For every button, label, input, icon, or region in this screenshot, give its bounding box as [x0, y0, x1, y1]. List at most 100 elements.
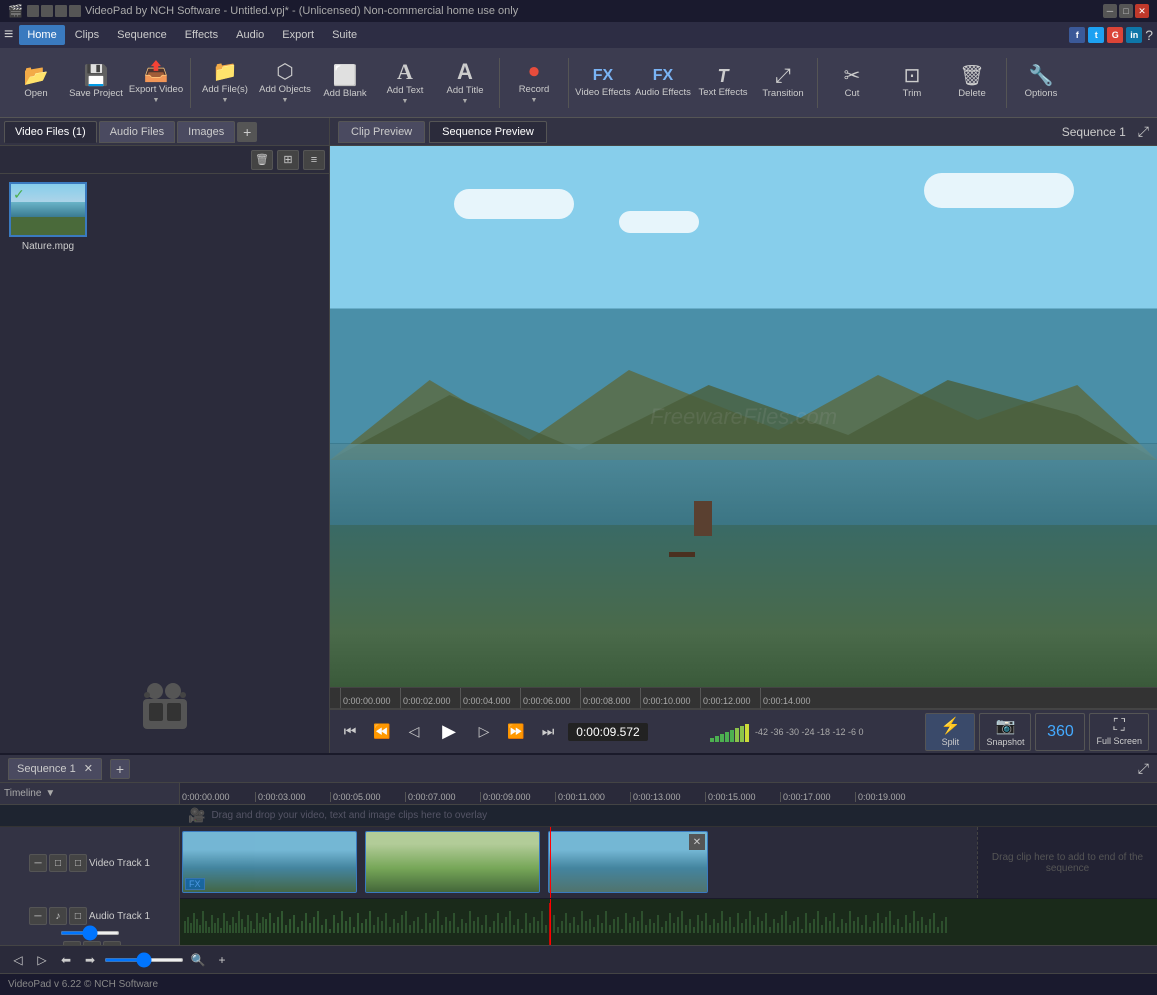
sequence-preview-tab[interactable]: Sequence Preview — [429, 121, 547, 143]
timeline-scroll-left[interactable]: ◁ — [8, 950, 28, 970]
text-fx-icon: T — [718, 67, 729, 85]
play-button[interactable]: ▶ — [434, 717, 464, 747]
video-expand-button[interactable]: □ — [69, 854, 87, 872]
skip-to-start-button[interactable]: ⏮ — [338, 720, 362, 744]
text-effects-button[interactable]: T Text Effects — [695, 53, 751, 113]
skip-to-end-button[interactable]: ⏩ — [504, 720, 528, 744]
timeline-bottom: ◁ ▷ ⬅ ➡ 🔍 + — [0, 945, 1157, 973]
volume-section: -42 -36 -30 -24 -18 -12 -6 0 — [710, 722, 864, 742]
video-mute-button[interactable]: ─ — [29, 854, 47, 872]
hamburger-icon[interactable]: ≡ — [4, 26, 13, 44]
timeline-dropdown-icon[interactable]: ▼ — [45, 788, 55, 799]
record-button[interactable]: ⏺ Record ▼ — [506, 53, 562, 113]
split-button[interactable]: ⚡ Split — [925, 713, 975, 751]
add-blank-button[interactable]: ⬜ Add Blank — [317, 53, 373, 113]
left-panel: Video Files (1) Audio Files Images + 🗑 ⊞… — [0, 118, 330, 753]
video-clip-2[interactable] — [365, 831, 540, 893]
timeline-fit[interactable]: 🔍 — [188, 950, 208, 970]
options-button[interactable]: 🔧 Options — [1013, 53, 1069, 113]
clip-preview-tab[interactable]: Clip Preview — [338, 121, 425, 143]
export-icon: 📤 — [144, 62, 169, 82]
add-text-icon: A — [397, 61, 413, 83]
save-project-button[interactable]: 💾 Save Project — [68, 53, 124, 113]
timeline-zoom-slider[interactable] — [104, 958, 184, 962]
transition-icon: ⤢ — [775, 66, 791, 86]
statusbar: VideoPad v 6.22 © NCH Software — [0, 973, 1157, 995]
minimize-button[interactable]: ─ — [1103, 4, 1117, 18]
toolbar: 📂 Open 💾 Save Project 📤 Export Video ▼ 📁… — [0, 48, 1157, 118]
step-forward-button[interactable]: ▷ — [472, 720, 496, 744]
overlay-icon: 🎥 — [188, 807, 205, 824]
cut-button[interactable]: ✂ Cut — [824, 53, 880, 113]
video-lock-button[interactable]: □ — [49, 854, 67, 872]
add-sequence-button[interactable]: + — [110, 759, 130, 779]
video-files-tab[interactable]: Video Files (1) — [4, 121, 97, 143]
audio-effects-button[interactable]: FX Audio Effects — [635, 53, 691, 113]
titlebar-controls: ─ □ ✕ — [1103, 4, 1149, 18]
timeline-zoom-out[interactable]: ➡ — [80, 950, 100, 970]
expand-timeline-button[interactable]: ⤢ — [1138, 760, 1149, 777]
add-objects-button[interactable]: ⬡ Add Objects ▼ — [257, 53, 313, 113]
trim-button[interactable]: ⊡ Trim — [884, 53, 940, 113]
audio-solo-button[interactable]: ♪ — [49, 907, 67, 925]
overlay-drop-zone: 🎥 Drag and drop your video, text and ima… — [0, 805, 1157, 827]
timeline-header: Sequence 1 ✕ + ⤢ — [0, 755, 1157, 783]
video-file-item[interactable]: ✓ Nature.mpg — [8, 182, 88, 252]
delete-button[interactable]: 🗑 Delete — [944, 53, 1000, 113]
timeline-scroll-right[interactable]: ▷ — [32, 950, 52, 970]
last-frame-button[interactable]: ⏭ — [536, 720, 560, 744]
audio-volume-slider[interactable] — [60, 931, 120, 935]
list-view-button[interactable]: ≡ — [303, 150, 325, 170]
preview-tabs-bar: Clip Preview Sequence Preview Sequence 1… — [330, 118, 1157, 146]
maximize-button[interactable]: □ — [1119, 4, 1133, 18]
separator4 — [817, 58, 818, 108]
audio-menu[interactable]: Audio — [228, 25, 272, 45]
home-menu[interactable]: Home — [19, 25, 64, 45]
video-effects-button[interactable]: FX Video Effects — [575, 53, 631, 113]
close-button[interactable]: ✕ — [1135, 4, 1149, 18]
video-track-controls: ─ □ □ Video Track 1 — [0, 827, 180, 899]
open-button[interactable]: 📂 Open — [8, 53, 64, 113]
timeline-zoom-plus[interactable]: + — [212, 950, 232, 970]
sequence-tab[interactable]: Sequence 1 ✕ — [8, 758, 102, 780]
export-video-button[interactable]: 📤 Export Video ▼ — [128, 53, 184, 113]
separator2 — [499, 58, 500, 108]
separator3 — [568, 58, 569, 108]
titlebar: 🎬 VideoPad by NCH Software - Untitled.vp… — [0, 0, 1157, 22]
add-text-button[interactable]: A Add Text ▼ — [377, 53, 433, 113]
video-clip-1[interactable]: FX — [182, 831, 357, 893]
add-files-button[interactable]: 📁 Add File(s) ▼ — [197, 53, 253, 113]
thumbnail-view-button[interactable]: ⊞ — [277, 150, 299, 170]
remove-file-button[interactable]: 🗑 — [251, 150, 273, 170]
video-track-label: Video Track 1 — [89, 858, 150, 869]
video-thumbnail: ✓ — [9, 182, 87, 237]
audio-lock-button[interactable]: □ — [69, 907, 87, 925]
360-button[interactable]: 360 — [1035, 713, 1085, 751]
prev-frame-button[interactable]: ⏪ — [370, 720, 394, 744]
sequence-menu[interactable]: Sequence — [109, 25, 175, 45]
effects-menu[interactable]: Effects — [177, 25, 226, 45]
suite-menu[interactable]: Suite — [324, 25, 365, 45]
images-tab[interactable]: Images — [177, 121, 235, 143]
timeline-zoom-in[interactable]: ⬅ — [56, 950, 76, 970]
audio-mute-button[interactable]: ─ — [29, 907, 47, 925]
save-icon: 💾 — [84, 66, 109, 86]
expand-preview-button[interactable]: ⤢ — [1138, 123, 1149, 140]
audio-files-tab[interactable]: Audio Files — [99, 121, 175, 143]
video-clip-3[interactable]: ✕ — [548, 831, 708, 893]
clip-close-button[interactable]: ✕ — [689, 834, 705, 850]
close-seq-icon[interactable]: ✕ — [84, 762, 93, 775]
add-blank-icon: ⬜ — [333, 66, 358, 86]
add-objects-icon: ⬡ — [276, 62, 293, 82]
fullscreen-button[interactable]: ⛶ Full Screen — [1089, 713, 1149, 751]
add-title-button[interactable]: A Add Title ▼ — [437, 53, 493, 113]
add-media-tab-button[interactable]: + — [237, 122, 257, 142]
export-menu[interactable]: Export — [274, 25, 322, 45]
drag-placeholder — [135, 673, 195, 733]
snapshot-button[interactable]: 📷 Snapshot — [979, 713, 1031, 751]
timecode-display: 0:00:09.572 — [568, 723, 648, 741]
transition-button[interactable]: ⤢ Transition — [755, 53, 811, 113]
clips-menu[interactable]: Clips — [67, 25, 107, 45]
step-back-button[interactable]: ◁ — [402, 720, 426, 744]
video-preview: FreewareFiles.com — [330, 146, 1157, 687]
